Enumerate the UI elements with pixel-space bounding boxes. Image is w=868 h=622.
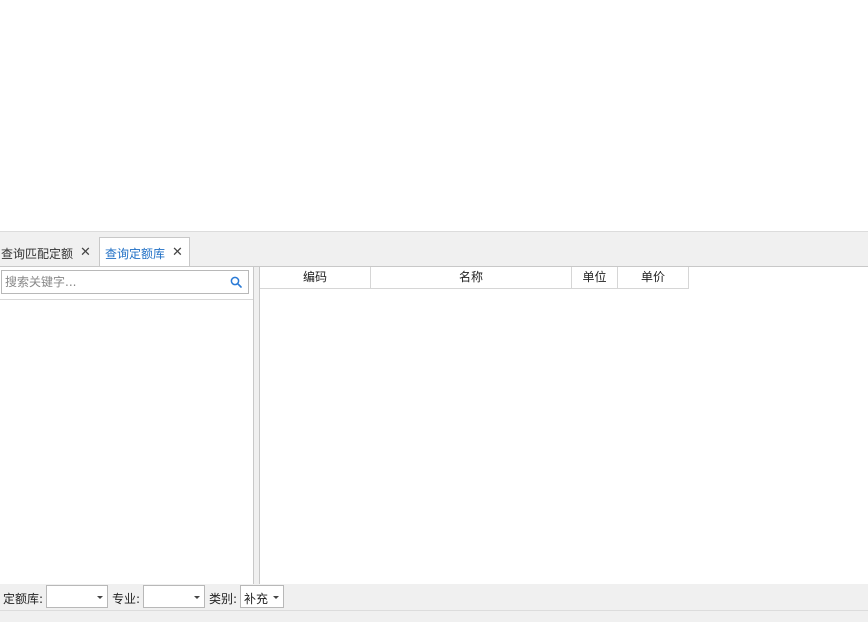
search-input[interactable] xyxy=(5,273,220,291)
column-header-code[interactable]: 编码 xyxy=(260,267,371,288)
column-header-unit[interactable]: 单位 xyxy=(572,267,618,288)
select-value: 补充 xyxy=(244,592,269,606)
chevron-down-icon xyxy=(194,596,200,599)
tab-bar: 查询匹配定额 ✕ 查询定额库 ✕ xyxy=(0,231,868,268)
table-header: 编码 名称 单位 单价 xyxy=(260,267,689,289)
tab-label: 查询定额库 xyxy=(105,246,166,261)
tab-query-matched-quota[interactable]: 查询匹配定额 ✕ xyxy=(0,240,98,267)
quota-lib-select[interactable] xyxy=(46,585,108,608)
quota-table: 编码 名称 单位 单价 xyxy=(259,267,868,584)
chevron-down-icon xyxy=(273,596,279,599)
filter-bar: 定额库: 专业: 类别: 补充 xyxy=(0,584,868,610)
category-label: 类别: xyxy=(209,592,238,606)
category-select[interactable]: 补充 xyxy=(240,585,284,608)
major-select[interactable] xyxy=(143,585,205,608)
top-blank-area xyxy=(0,0,868,231)
chevron-down-icon xyxy=(97,596,103,599)
content-area: 编码 名称 单位 单价 xyxy=(0,266,868,584)
search-box xyxy=(1,270,249,294)
quota-tree-panel xyxy=(0,267,254,584)
tab-label: 查询匹配定额 xyxy=(1,247,74,261)
column-header-price[interactable]: 单价 xyxy=(618,267,689,288)
tab-query-quota-library[interactable]: 查询定额库 ✕ xyxy=(99,237,190,268)
divider xyxy=(0,299,253,300)
close-icon[interactable]: ✕ xyxy=(172,246,183,259)
quota-lib-label: 定额库: xyxy=(3,592,44,606)
column-header-name[interactable]: 名称 xyxy=(371,267,572,288)
major-label: 专业: xyxy=(112,592,141,606)
search-icon[interactable] xyxy=(230,276,242,288)
close-icon[interactable]: ✕ xyxy=(80,246,91,259)
status-strip xyxy=(0,610,868,622)
